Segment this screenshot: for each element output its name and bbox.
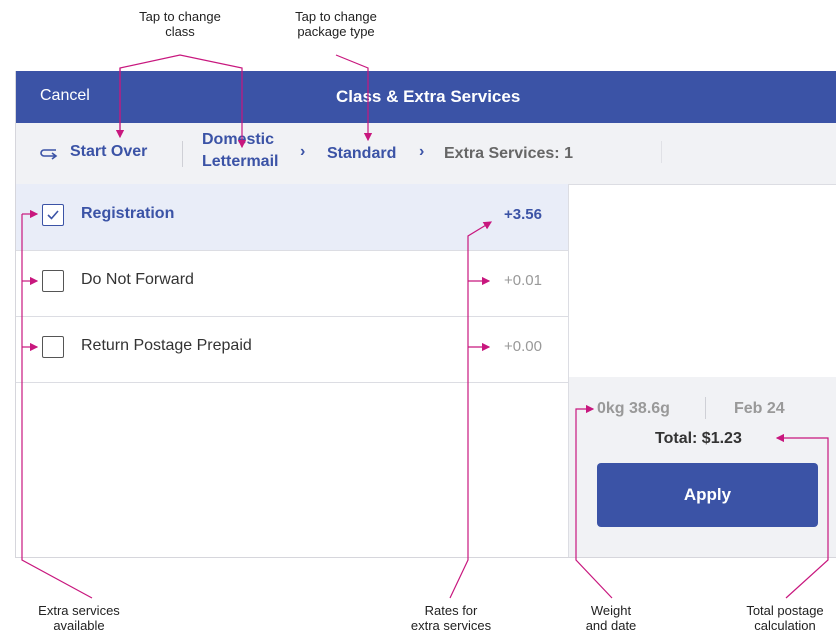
summary-divider [705,397,706,419]
breadcrumb-divider [661,141,662,163]
list-item[interactable]: Registration +3.56 [16,184,568,251]
breadcrumb-divider [182,141,183,167]
breadcrumb-extra-services: Extra Services: 1 [444,145,573,162]
annotation-change-class-text: Tap to change class [139,9,221,39]
annotation-extra-services-text: Extra services available [38,603,120,633]
summary-panel: 0kg 38.6g Feb 24 Total: $1.23 Apply [569,377,836,557]
service-rate: +0.01 [504,272,542,289]
checkmark-icon [47,210,59,220]
checkbox-checked[interactable] [42,204,64,226]
list-item[interactable]: Return Postage Prepaid +0.00 [16,316,568,383]
annotation-total-text: Total postage calculation [746,603,824,633]
apply-button[interactable]: Apply [597,463,818,527]
checkbox[interactable] [42,336,64,358]
chevron-right-icon: › [419,143,425,160]
service-label: Do Not Forward [81,271,194,288]
breadcrumb: Start Over Domestic Lettermail › Standar… [16,123,836,185]
breadcrumb-class-line1: Domestic [202,131,275,148]
title-bar: Cancel Class & Extra Services [16,71,836,123]
annotation-change-package-text: Tap to change package type [295,9,377,39]
annotation-rates: Rates for extra services [386,603,516,633]
app-screen: Cancel Class & Extra Services Start Over… [15,71,836,558]
extra-services-list: Registration +3.56 Do Not Forward +0.01 … [16,184,569,557]
cancel-button[interactable]: Cancel [40,87,90,105]
breadcrumb-class[interactable]: Domestic Lettermail [202,131,302,177]
service-label: Registration [81,205,175,222]
annotation-weight-date: Weight and date [566,603,656,633]
start-over-icon [40,149,58,160]
service-rate: +3.56 [504,206,542,223]
annotation-change-package: Tap to change package type [276,9,396,39]
checkbox[interactable] [42,270,64,292]
breadcrumb-package[interactable]: Standard [327,145,396,163]
weight-value: 0kg 38.6g [597,400,670,417]
annotation-rates-text: Rates for extra services [410,603,492,633]
service-label: Return Postage Prepaid [81,337,252,354]
chevron-right-icon: › [300,143,306,160]
total-postage: Total: $1.23 [655,430,742,447]
annotation-change-class: Tap to change class [120,9,240,39]
annotation-weight-date-text: Weight and date [585,603,637,633]
service-rate: +0.00 [504,338,542,355]
annotation-total: Total postage calculation [730,603,836,633]
page-title: Class & Extra Services [336,87,521,106]
list-item[interactable]: Do Not Forward +0.01 [16,250,568,317]
breadcrumb-class-line2: Lettermail [202,153,279,170]
start-over-label: Start Over [70,143,148,160]
date-value: Feb 24 [734,400,785,417]
annotation-extra-services: Extra services available [14,603,144,633]
